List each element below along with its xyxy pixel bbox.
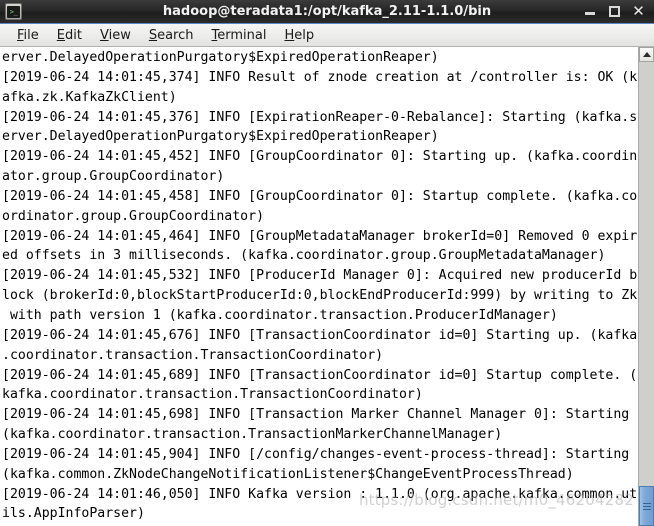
menu-item-search[interactable]: Search [140,27,203,44]
menu-item-edit[interactable]: Edit [48,27,91,44]
menu-help-rest: elp [294,27,315,43]
menu-file-rest: ile [23,27,39,43]
terminal-line: [2019-06-24 14:01:46,050] INFO Kafka ver… [2,486,638,502]
terminal-line: [2019-06-24 14:01:45,464] INFO [GroupMet… [2,228,638,244]
minimize-button[interactable] [584,5,597,18]
terminal-window: >_ hadoop@teradata1:/opt/kafka_2.11-1.1.… [0,0,654,526]
scrollbar-track[interactable] [639,62,654,526]
terminal-line: [2019-06-24 14:01:45,458] INFO [GroupCoo… [2,188,638,204]
terminal-scrollbar[interactable] [638,47,654,526]
menu-edit-rest: dit [65,27,82,43]
terminal-line: ed offsets in 3 milliseconds. (kafka.coo… [2,248,606,264]
terminal-body: erver.DelayedOperationPurgatory$ExpiredO… [0,47,654,526]
window-titlebar: >_ hadoop@teradata1:/opt/kafka_2.11-1.1.… [0,0,654,24]
menu-help-mnemonic: H [284,27,295,43]
terminal-line: [2019-06-24 14:01:45,374] INFO Result of… [2,69,638,85]
menu-item-help[interactable]: Help [275,27,323,44]
terminal-line: [2019-06-24 14:01:45,689] INFO [Transact… [2,367,638,383]
menu-search-rest: earch [157,27,194,43]
terminal-line: ils.AppInfoParser) [2,506,145,522]
menu-view-rest: iew [108,27,131,43]
menu-view-mnemonic: V [99,27,109,43]
terminal-icon-glyph: >_ [7,5,20,18]
terminal-line: erver.DelayedOperationPurgatory$ExpiredO… [2,129,439,145]
terminal-line: erver.DelayedOperationPurgatory$ExpiredO… [2,50,439,65]
terminal-line: [2019-06-24 14:01:45,676] INFO [Transact… [2,327,638,343]
window-controls: ✕ [584,4,654,19]
window-title: hadoop@teradata1:/opt/kafka_2.11-1.1.0/b… [162,4,492,19]
terminal-output[interactable]: erver.DelayedOperationPurgatory$ExpiredO… [0,47,638,526]
terminal-line: [2019-06-24 14:01:45,532] INFO [Producer… [2,268,638,284]
terminal-line: (kafka.common.ZkNodeChangeNotificationLi… [2,466,574,482]
terminal-line: .coordinator.transaction.TransactionCoor… [2,347,384,363]
close-button[interactable]: ✕ [632,4,645,19]
terminal-line: afka.zk.KafkaZkClient) [2,89,177,105]
terminal-line: ordinator.group.GroupCoordinator) [2,208,265,224]
menubar: File Edit View Search Terminal Help [0,24,654,47]
terminal-line: with path version 1 (kafka.coordinator.t… [2,307,558,323]
terminal-line: (kafka.coordinator.transaction.Transacti… [2,427,503,443]
terminal-line: [2019-06-24 14:01:45,376] INFO [Expirati… [2,109,638,125]
maximize-button[interactable] [608,5,621,18]
terminal-line: [2019-06-24 14:01:45,452] INFO [GroupCoo… [2,149,638,165]
menu-terminal-rest: erminal [217,27,267,43]
terminal-line: lock (brokerId:0,blockStartProducerId:0,… [2,288,638,304]
terminal-line: kafka.coordinator.transaction.Transactio… [2,387,423,403]
terminal-line: [2019-06-24 14:01:45,904] INFO [/config/… [2,446,630,462]
scrollbar-thumb[interactable] [639,486,654,526]
menu-search-mnemonic: S [148,27,158,43]
menu-item-terminal[interactable]: Terminal [203,27,276,44]
menu-item-file[interactable]: File [8,27,48,44]
menu-edit-mnemonic: E [56,27,65,43]
terminal-line: ator.group.GroupCoordinator) [2,169,225,185]
terminal-line: [2019-06-24 14:01:45,698] INFO [Transact… [2,407,630,423]
scrollbar-grip-icon [642,502,651,510]
terminal-icon: >_ [5,3,22,20]
scroll-up-arrow-icon[interactable] [639,47,654,62]
menu-item-view[interactable]: View [91,27,140,44]
